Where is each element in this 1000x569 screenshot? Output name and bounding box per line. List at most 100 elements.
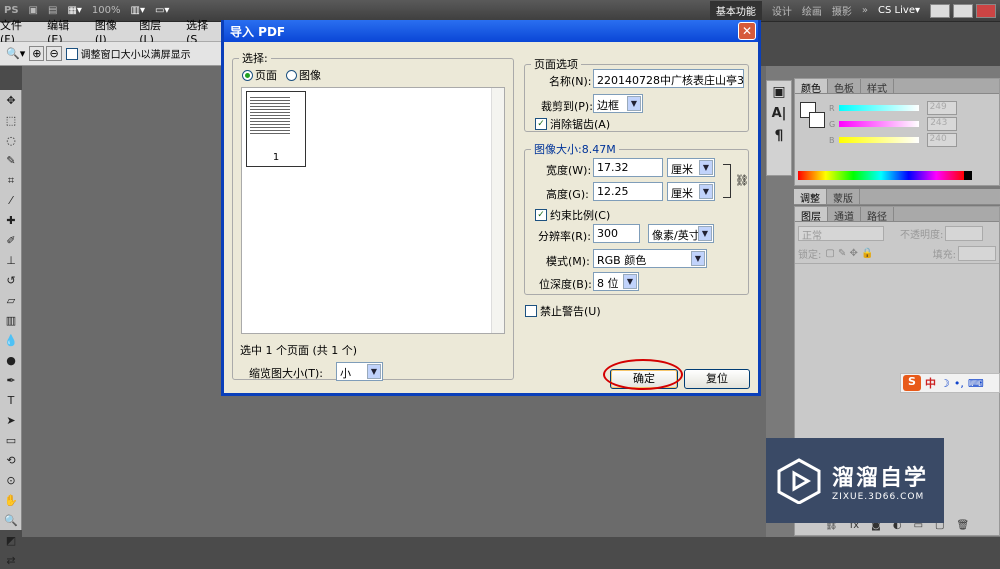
tab-adjustments[interactable]: 调整 (794, 189, 827, 205)
workspace-design[interactable]: 设计 (772, 3, 792, 18)
page-thumbnail[interactable]: 1 (246, 91, 306, 167)
resolution-input[interactable]: 300 (593, 224, 640, 243)
pen-tool-icon[interactable]: ✒ (3, 373, 19, 389)
suppress-warnings-checkbox[interactable] (525, 305, 537, 317)
width-input[interactable]: 17.32 (593, 158, 663, 177)
path-select-icon[interactable]: ➤ (3, 413, 19, 429)
maximize-button[interactable] (953, 3, 973, 18)
mini-bridge-icon[interactable]: ▤ (48, 5, 57, 16)
zoom-out-icon[interactable]: ⊖ (46, 46, 62, 61)
hand-tool-icon[interactable]: ✋ (3, 493, 19, 509)
radio-image-option[interactable]: 图像 (286, 67, 321, 83)
arrange-docs-icon[interactable]: ▥▾ (131, 5, 145, 16)
opacity-input[interactable] (945, 225, 984, 241)
ime-chinese-mode[interactable]: 中 (925, 375, 936, 391)
color-swatch-icon[interactable]: ◩ (3, 533, 19, 549)
tab-color[interactable]: 颜色 (795, 79, 828, 95)
mode-select[interactable]: RGB 颜色 ▼ (593, 249, 707, 268)
3d-orbit-icon[interactable]: ⊙ (3, 473, 19, 489)
ime-moon-icon[interactable]: ☽ (940, 377, 950, 390)
paragraph-panel-icon[interactable]: ¶ (767, 125, 791, 147)
antialias-checkbox[interactable]: ✓ (535, 118, 547, 130)
crop-tool-icon[interactable]: ⌗ (3, 173, 19, 189)
quick-select-tool-icon[interactable]: ✎ (3, 153, 19, 169)
suppress-warnings-option[interactable]: 禁止警告(U) (525, 303, 601, 319)
g-value[interactable]: 243 (927, 117, 958, 131)
constrain-option[interactable]: ✓ 约束比例(C) (535, 207, 610, 223)
healing-brush-icon[interactable]: ✚ (3, 213, 19, 229)
antialias-option[interactable]: ✓ 消除锯齿(A) (535, 116, 610, 132)
radio-page[interactable] (242, 69, 253, 81)
marquee-tool-icon[interactable]: ⬚ (3, 113, 19, 129)
fill-input[interactable] (958, 246, 996, 261)
screen-mode-icon[interactable]: ▭▾ (155, 5, 169, 16)
b-value[interactable]: 240 (926, 133, 957, 147)
preview-scrollbar[interactable] (491, 88, 504, 333)
constrain-checkbox[interactable]: ✓ (535, 209, 547, 221)
r-value[interactable]: 249 (926, 101, 957, 115)
fit-window-checkbox[interactable] (65, 47, 78, 60)
antialias-label: 消除锯齿(A) (550, 118, 611, 131)
clone-stamp-icon[interactable]: ⊥ (3, 253, 19, 269)
3d-rotate-icon[interactable]: ⟲ (3, 453, 19, 469)
ime-punct-icon[interactable]: •, (954, 377, 964, 390)
radio-page-option[interactable]: 页面 (242, 67, 277, 83)
cs-live-button[interactable]: CS Live▾ (878, 5, 920, 16)
depth-select[interactable]: 8 位 ▼ (593, 272, 639, 291)
bridge-icon[interactable]: ▣ (29, 5, 38, 16)
reset-button[interactable]: 复位 (684, 369, 750, 389)
background-swatch[interactable] (809, 112, 825, 128)
minimize-button[interactable] (930, 3, 950, 18)
workspace-painting[interactable]: 绘画 (802, 3, 822, 18)
height-unit-select[interactable]: 厘米 ▼ (667, 182, 715, 201)
tab-channels[interactable]: 通道 (828, 207, 861, 223)
lock-icons[interactable]: ▢ ✎ ✥ 🔒 (825, 248, 873, 259)
page-preview-list[interactable]: 1 (241, 87, 505, 334)
height-input[interactable]: 12.25 (593, 182, 663, 201)
dodge-tool-icon[interactable]: ● (3, 353, 19, 369)
swap-colors-icon[interactable]: ⇄ (3, 553, 19, 569)
brush-tool-icon[interactable]: ✐ (3, 233, 19, 249)
mini-bridge-panel-icon[interactable]: ▣ (767, 81, 791, 103)
zoom-in-icon[interactable]: ⊕ (29, 46, 45, 61)
history-brush-icon[interactable]: ↺ (3, 273, 19, 289)
character-panel-icon[interactable]: A| (767, 103, 791, 125)
gradient-tool-icon[interactable]: ▥ (3, 313, 19, 329)
app-close-button[interactable] (976, 3, 996, 18)
b-slider[interactable] (838, 137, 919, 143)
thumb-size-select[interactable]: 小 ▼ (336, 362, 383, 381)
tab-layers[interactable]: 图层 (795, 207, 828, 223)
tab-masks[interactable]: 蒙版 (827, 189, 860, 205)
lasso-tool-icon[interactable]: ◌ (3, 133, 19, 149)
eyedropper-tool-icon[interactable]: ⁄ (3, 193, 19, 209)
type-tool-icon[interactable]: T (3, 393, 19, 409)
ime-keyboard-icon[interactable]: ⌨ (968, 377, 984, 390)
sogou-icon[interactable]: S (903, 375, 921, 391)
workspace-essentials[interactable]: 基本功能 (709, 1, 762, 20)
r-slider[interactable] (838, 105, 919, 111)
dialog-close-icon[interactable]: ✕ (738, 22, 756, 40)
crop-select[interactable]: 边框 ▼ (593, 94, 643, 113)
workspace-photo[interactable]: 摄影 (832, 3, 852, 18)
width-unit-select[interactable]: 厘米 ▼ (667, 158, 715, 177)
resolution-unit-select[interactable]: 像素/英寸 ▼ (648, 224, 714, 243)
shape-tool-icon[interactable]: ▭ (3, 433, 19, 449)
tab-styles[interactable]: 样式 (861, 79, 894, 95)
move-tool-icon[interactable]: ✥ (3, 93, 19, 109)
zoom-tool-icon-2[interactable]: 🔍 (3, 513, 19, 529)
chevron-down-icon: ▼ (367, 364, 381, 379)
color-spectrum[interactable] (798, 171, 964, 180)
blur-tool-icon[interactable]: 💧 (3, 333, 19, 349)
black-swatch[interactable] (964, 171, 972, 180)
zoom-tool-icon[interactable]: 🔍▾ (6, 47, 25, 60)
blend-mode-select[interactable]: 正常 (798, 225, 884, 242)
name-input[interactable]: 220140728中广核表庄山亭300M (593, 69, 744, 88)
more-workspaces-button[interactable]: » (862, 5, 868, 16)
tab-swatches[interactable]: 色板 (828, 79, 861, 95)
view-extras-icon[interactable]: ▦▾ (67, 5, 81, 16)
g-slider[interactable] (839, 121, 920, 127)
tab-paths[interactable]: 路径 (861, 207, 894, 223)
eraser-tool-icon[interactable]: ▱ (3, 293, 19, 309)
zoom-level[interactable]: 100% (92, 5, 121, 16)
radio-image[interactable] (286, 69, 297, 81)
